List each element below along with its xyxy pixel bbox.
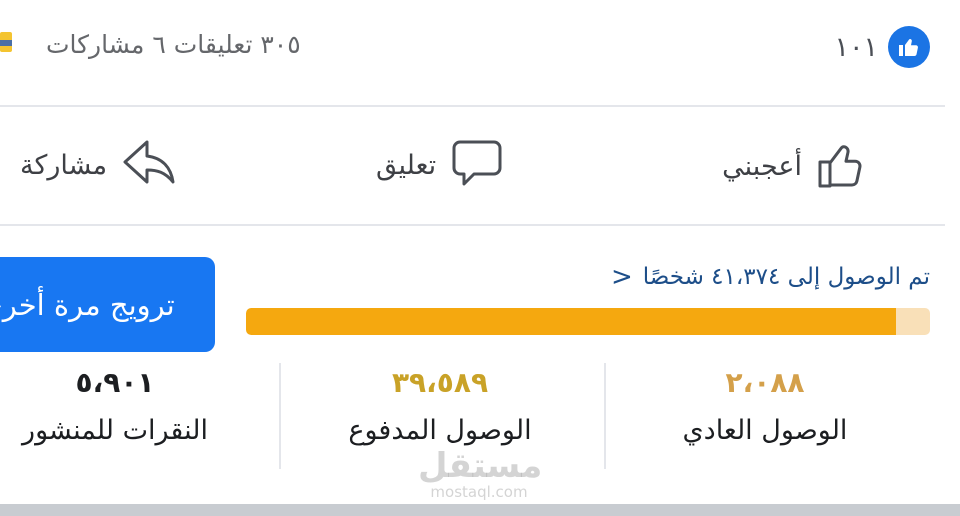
watermark-arabic-text: مستقل [418,446,543,486]
post-actions-bar: أعجبني تعليق مشاركة [0,128,960,206]
reach-progress-bar [246,308,930,335]
reach-summary-link[interactable]: تم الوصول إلى ٤١،٣٧٤ شخصًا < [611,262,930,292]
chevron-left-icon: < [610,262,633,292]
thumbs-up-icon [816,138,868,194]
share-label: مشاركة [20,149,108,181]
post-clicks-value: ٥،٩٠١ [75,366,155,399]
divider [0,105,945,107]
organic-reach-value: ٢،٠٨٨ [725,366,805,399]
promote-again-button[interactable]: ترويج مرة أخرى [0,257,215,352]
reaction-emoji-icon [0,32,12,52]
people-reached-text: تم الوصول إلى ٤١،٣٧٤ شخصًا [642,264,930,290]
paid-reach-label: الوصول المدفوع [348,415,532,446]
reactions-summary: ٣٠٥ تعليقات ٦ مشاركات ١٠١ [0,0,960,95]
like-button[interactable]: أعجبني [722,138,868,194]
post-clicks-label: النقرات للمنشور [22,415,208,446]
comment-bubble-icon [450,138,504,192]
mostaql-watermark: مستقل mostaql.com [418,446,543,501]
like-label: أعجبني [722,150,802,182]
like-reaction-icon [888,26,930,68]
metric-divider [279,363,281,469]
paid-reach-value: ٣٩،٥٨٩ [391,366,489,399]
paid-reach-metric: ٣٩،٥٨٩ الوصول المدفوع [290,366,590,446]
comment-button[interactable]: تعليق [376,138,504,192]
post-clicks-metric: ٥،٩٠١ النقرات للمنشور [0,366,265,446]
organic-reach-label: الوصول العادي [682,415,848,446]
share-button[interactable]: مشاركة [20,138,177,192]
comments-shares-count[interactable]: ٣٠٥ تعليقات ٦ مشاركات [46,30,301,59]
bottom-divider [0,504,960,516]
divider [0,224,945,226]
comment-label: تعليق [376,149,437,181]
organic-reach-metric: ٢،٠٨٨ الوصول العادي [615,366,915,446]
like-count-summary[interactable]: ١٠١ [834,26,930,68]
like-count: ١٠١ [834,31,878,63]
watermark-latin-text: mostaql.com [430,483,528,501]
share-arrow-icon [121,138,177,192]
paid-reach-fill [246,308,896,335]
metric-divider [604,363,606,469]
